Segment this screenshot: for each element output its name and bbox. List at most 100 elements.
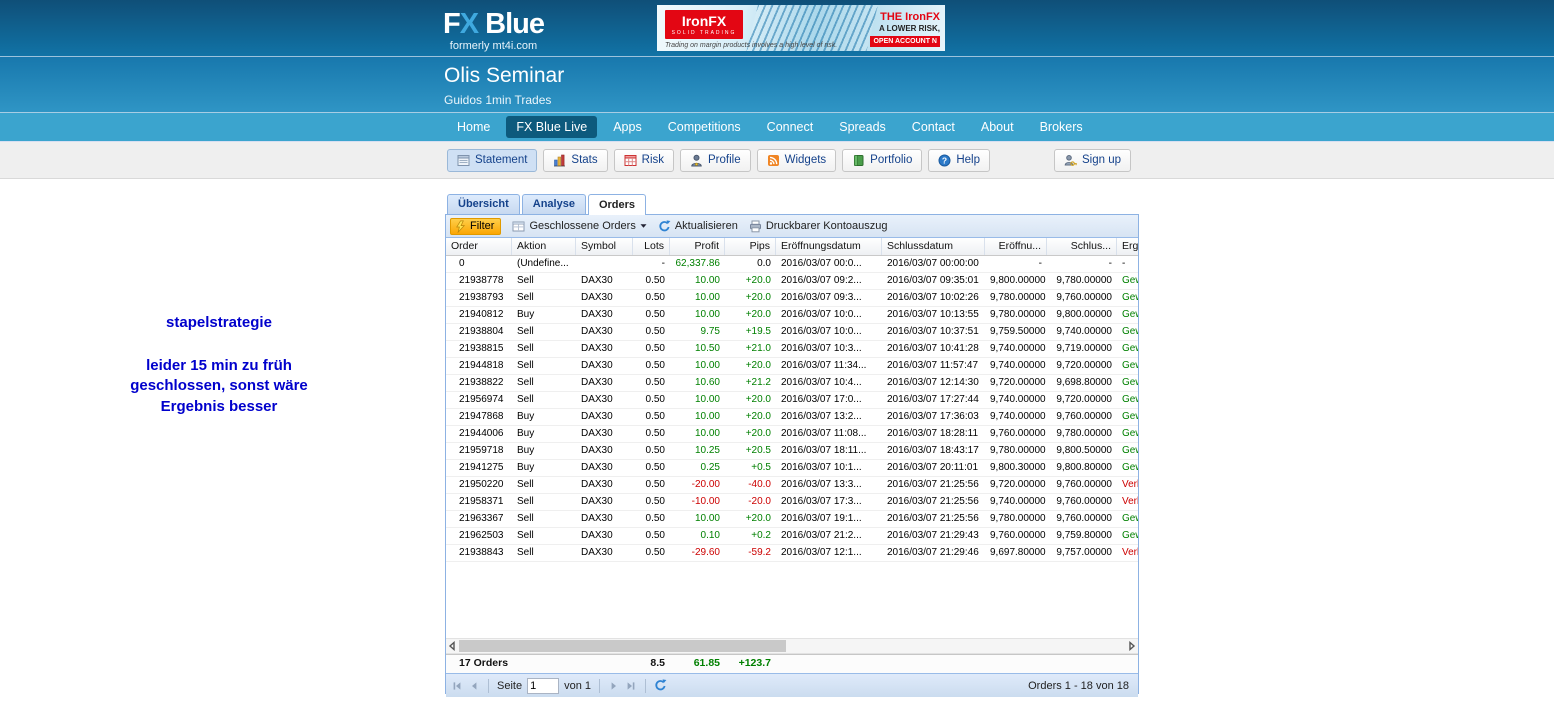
column-header-symbol[interactable]: Symbol	[576, 238, 633, 255]
risk-button[interactable]: Risk	[614, 149, 674, 172]
print-statement-button[interactable]: Druckbarer Kontoauszug	[749, 220, 888, 233]
table-row[interactable]: 21938843SellDAX300.50-29.60-59.22016/03/…	[446, 545, 1138, 562]
widgets-button[interactable]: Widgets	[757, 149, 837, 172]
cell-order: 21947868	[446, 409, 512, 425]
cell-close_time: 2016/03/07 21:25:56	[882, 511, 985, 527]
cell-lots: 0.50	[633, 545, 670, 561]
fxblue-logo[interactable]: FX Blue formerly mt4i.com	[443, 9, 544, 52]
banner-headline: THE IronFX	[880, 11, 940, 23]
column-header-aktion[interactable]: Aktion	[512, 238, 576, 255]
portfolio-button[interactable]: Portfolio	[842, 149, 922, 172]
cell-symbol	[576, 256, 633, 272]
table-row[interactable]: 21940812BuyDAX300.5010.00+20.02016/03/07…	[446, 307, 1138, 324]
nav-item-connect[interactable]: Connect	[757, 116, 824, 138]
cell-close_price: 9,698.80000	[1047, 375, 1117, 391]
cell-pips: -40.0	[725, 477, 776, 493]
svg-text:?: ?	[942, 155, 947, 165]
next-page-button[interactable]	[608, 680, 620, 692]
cell-pips: +21.2	[725, 375, 776, 391]
filter-button[interactable]: Filter	[450, 218, 501, 235]
widgets-icon	[767, 154, 780, 167]
cell-order: 21959718	[446, 443, 512, 459]
scroll-left-button[interactable]	[446, 639, 458, 653]
nav-item-contact[interactable]: Contact	[902, 116, 965, 138]
cell-close_time: 2016/03/07 21:29:46	[882, 545, 985, 561]
note-line: leider 15 min zu früh	[93, 356, 345, 377]
stats-button[interactable]: Stats	[543, 149, 607, 172]
cell-aktion: Buy	[512, 409, 576, 425]
table-row[interactable]: 21938793SellDAX300.5010.00+20.02016/03/0…	[446, 290, 1138, 307]
table-row[interactable]: 21938822SellDAX300.5010.60+21.22016/03/0…	[446, 375, 1138, 392]
cell-lots: 0.50	[633, 511, 670, 527]
first-page-button[interactable]	[451, 680, 463, 692]
cell-close_time: 2016/03/07 00:00:00	[882, 256, 985, 272]
table-row[interactable]: 21941275BuyDAX300.500.25+0.52016/03/07 1…	[446, 460, 1138, 477]
cell-order: 21962503	[446, 528, 512, 544]
statement-button[interactable]: Statement	[447, 149, 537, 172]
tab-orders[interactable]: Orders	[588, 194, 646, 215]
table-row[interactable]: 21938804SellDAX300.509.75+19.52016/03/07…	[446, 324, 1138, 341]
closed-orders-button[interactable]: Geschlossene Orders	[512, 220, 646, 233]
tab-analyse[interactable]: Analyse	[522, 194, 586, 214]
nav-item-competitions[interactable]: Competitions	[658, 116, 751, 138]
table-row[interactable]: 0(Undefine...-62,337.860.02016/03/07 00:…	[446, 256, 1138, 273]
column-header-pips[interactable]: Pips	[725, 238, 776, 255]
table-row[interactable]: 21950220SellDAX300.50-20.00-40.02016/03/…	[446, 477, 1138, 494]
column-header-lots[interactable]: Lots	[633, 238, 670, 255]
cell-lots: 0.50	[633, 341, 670, 357]
fxblue-logo-text: FX Blue	[443, 9, 544, 39]
cell-close_time: 2016/03/07 12:14:30	[882, 375, 985, 391]
cell-close_time: 2016/03/07 20:11:01	[882, 460, 985, 476]
cell-profit: 0.10	[670, 528, 725, 544]
page-label: Seite	[497, 680, 522, 692]
table-row[interactable]: 21938815SellDAX300.5010.50+21.02016/03/0…	[446, 341, 1138, 358]
nav-item-home[interactable]: Home	[447, 116, 500, 138]
table-row[interactable]: 21956974SellDAX300.5010.00+20.02016/03/0…	[446, 392, 1138, 409]
nav-item-spreads[interactable]: Spreads	[829, 116, 896, 138]
pager-refresh-button[interactable]	[654, 679, 667, 692]
profile-button[interactable]: Profile	[680, 149, 751, 172]
cell-order: 21958371	[446, 494, 512, 510]
nav-item-fx-blue-live[interactable]: FX Blue Live	[506, 116, 597, 138]
h-scroll-thumb[interactable]	[459, 640, 786, 652]
column-header-close_price[interactable]: Schlus...	[1047, 238, 1117, 255]
nav-item-brokers[interactable]: Brokers	[1030, 116, 1093, 138]
table-row[interactable]: 21962503SellDAX300.500.10+0.22016/03/07 …	[446, 528, 1138, 545]
cell-aktion: (Undefine...	[512, 256, 576, 272]
table-row[interactable]: 21938778SellDAX300.5010.00+20.02016/03/0…	[446, 273, 1138, 290]
signup-button[interactable]: Sign up	[1054, 149, 1131, 172]
nav-item-apps[interactable]: Apps	[603, 116, 652, 138]
cell-profit: 10.25	[670, 443, 725, 459]
page-input[interactable]	[527, 678, 559, 694]
prev-page-button[interactable]	[468, 680, 480, 692]
last-page-button[interactable]	[625, 680, 637, 692]
h-scrollbar[interactable]	[446, 638, 1138, 654]
table-row[interactable]: 21963367SellDAX300.5010.00+20.02016/03/0…	[446, 511, 1138, 528]
scroll-right-button[interactable]	[1126, 639, 1138, 653]
cell-symbol: DAX30	[576, 324, 633, 340]
column-header-open_price[interactable]: Eröffnu...	[985, 238, 1047, 255]
tab--bersicht[interactable]: Übersicht	[447, 194, 520, 214]
toolbar: Statement Stats Risk Profile WidgetsPortfoli…	[447, 142, 1131, 178]
column-header-close_time[interactable]: Schlussdatum	[882, 238, 985, 255]
nav-item-about[interactable]: About	[971, 116, 1024, 138]
cell-order: 21950220	[446, 477, 512, 493]
table-row[interactable]: 21959718BuyDAX300.5010.25+20.52016/03/07…	[446, 443, 1138, 460]
column-header-order[interactable]: Order	[446, 238, 512, 255]
cell-lots: -	[633, 256, 670, 272]
column-header-profit[interactable]: Profit	[670, 238, 725, 255]
cell-close_price: 9,720.00000	[1047, 392, 1117, 408]
refresh-button[interactable]: Aktualisieren	[658, 220, 738, 233]
banner-disclaimer: Trading on margin products involves a hi…	[665, 42, 837, 49]
help-button[interactable]: ?Help	[928, 149, 990, 172]
table-row[interactable]: 21944818SellDAX300.5010.00+20.02016/03/0…	[446, 358, 1138, 375]
cell-order: 21938815	[446, 341, 512, 357]
open-account-button[interactable]: OPEN ACCOUNT N	[870, 36, 940, 47]
table-row[interactable]: 21958371SellDAX300.50-10.00-20.02016/03/…	[446, 494, 1138, 511]
column-header-open_time[interactable]: Eröffnungsdatum	[776, 238, 882, 255]
ironfx-ad-banner[interactable]: IronFX SOLID TRADING THE IronFX A LOWER …	[657, 5, 945, 51]
column-header-result[interactable]: Erge...	[1117, 238, 1138, 255]
cell-open_time: 2016/03/07 09:2...	[776, 273, 882, 289]
table-row[interactable]: 21944006BuyDAX300.5010.00+20.02016/03/07…	[446, 426, 1138, 443]
table-row[interactable]: 21947868BuyDAX300.5010.00+20.02016/03/07…	[446, 409, 1138, 426]
